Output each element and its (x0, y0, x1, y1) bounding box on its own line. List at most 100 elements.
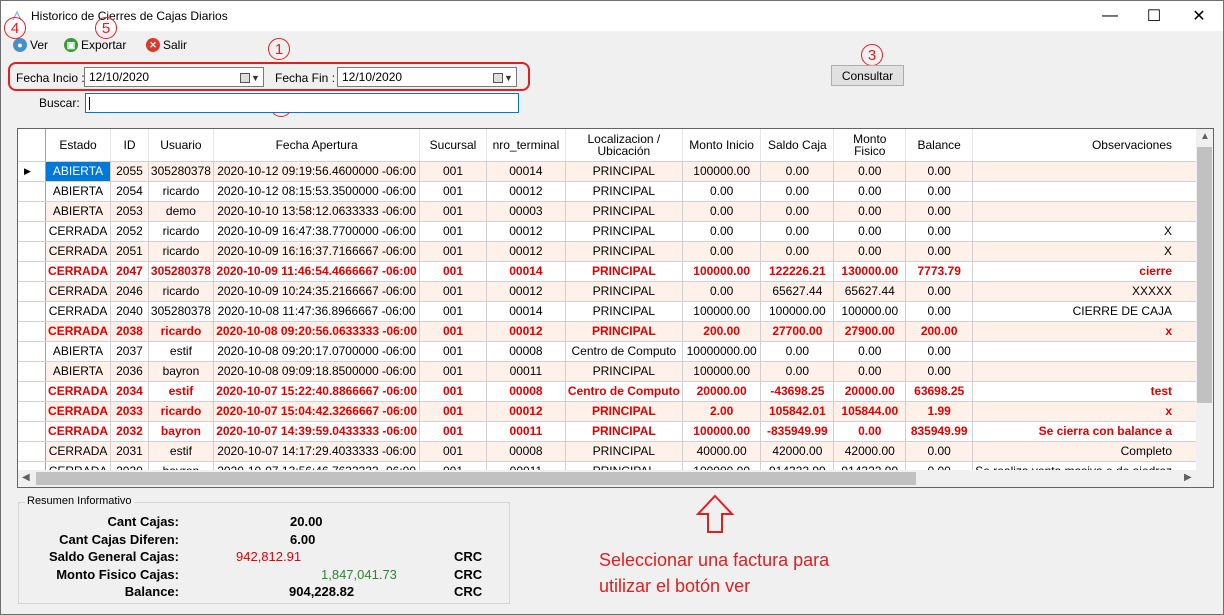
cell-sucursal[interactable]: 001 (419, 321, 487, 342)
cell-monto-fisico[interactable]: 42000.00 (833, 441, 907, 462)
cell-monto-inicio[interactable]: 100000.00 (682, 161, 762, 182)
cell-fecha[interactable]: 2020-10-12 08:15:53.3500000 -06:00 (213, 181, 421, 202)
cell-fecha[interactable]: 2020-10-10 13:58:12.0633333 -06:00 (213, 201, 421, 222)
cell-localizacion[interactable]: PRINCIPAL (565, 441, 683, 462)
cell-estado[interactable]: CERRADA (45, 381, 112, 402)
cell-localizacion[interactable]: PRINCIPAL (565, 281, 683, 302)
cell-terminal[interactable]: 00012 (486, 181, 566, 202)
cell-balance[interactable]: 0.00 (905, 341, 974, 362)
cell-estado[interactable]: ABIERTA (45, 361, 112, 382)
consultar-button[interactable]: Consultar (831, 65, 904, 86)
row-header[interactable] (18, 401, 46, 422)
cell-estado[interactable]: CERRADA (45, 421, 112, 442)
horizontal-scroll-thumb[interactable] (36, 472, 916, 485)
col-usuario[interactable]: Usuario (148, 129, 215, 162)
cell-balance[interactable]: 7773.79 (905, 261, 974, 282)
horizontal-scrollbar[interactable]: ◀ ▶ (18, 470, 1213, 487)
fecha-fin-picker[interactable]: 12/10/2020 ▼ (337, 67, 517, 87)
col-nro-terminal[interactable]: nro_terminal (486, 129, 566, 162)
cell-fecha[interactable]: 2020-10-07 14:17:29.4033333 -06:00 (213, 441, 421, 462)
cell-usuario[interactable]: ricardo (148, 241, 215, 262)
cell-usuario[interactable]: 305280378 (148, 301, 215, 322)
vertical-scrollbar[interactable]: ▲ (1196, 129, 1213, 471)
cell-usuario[interactable]: demo (148, 201, 215, 222)
cell-saldo-caja[interactable]: 0.00 (760, 181, 835, 202)
cell-saldo-caja[interactable]: 27700.00 (760, 321, 835, 342)
cell-fecha[interactable]: 2020-10-09 11:46:54.4666667 -06:00 (213, 261, 421, 282)
cell-monto-fisico[interactable]: 27900.00 (833, 321, 907, 342)
cell-id[interactable]: 2046 (110, 281, 149, 302)
cell-usuario[interactable]: ricardo (148, 281, 215, 302)
cell-observaciones[interactable]: Completo (972, 441, 1213, 462)
cell-monto-inicio[interactable]: 40000.00 (682, 441, 762, 462)
row-header[interactable] (18, 421, 46, 442)
row-header[interactable] (18, 241, 46, 262)
cell-id[interactable]: 2031 (110, 441, 149, 462)
cell-fecha[interactable]: 2020-10-09 16:16:37.7166667 -06:00 (213, 241, 421, 262)
table-row[interactable]: CERRADA 2046 ricardo 2020-10-09 10:24:35.21… (18, 281, 1213, 302)
cell-monto-fisico[interactable]: 65627.44 (833, 281, 907, 302)
cell-terminal[interactable]: 00014 (486, 161, 566, 182)
table-row[interactable]: CERRADA 2051 ricardo 2020-10-09 16:16:37.71… (18, 241, 1213, 262)
cell-balance[interactable]: 0.00 (905, 161, 974, 182)
cell-saldo-caja[interactable]: 0.00 (760, 241, 835, 262)
cell-saldo-caja[interactable]: -43698.25 (760, 381, 835, 402)
cell-monto-inicio[interactable]: 100000.00 (682, 301, 762, 322)
cell-terminal[interactable]: 00012 (486, 401, 566, 422)
row-header[interactable] (18, 301, 46, 322)
cell-terminal[interactable]: 00003 (486, 201, 566, 222)
cell-balance[interactable]: 0.00 (905, 201, 974, 222)
table-row[interactable]: CERRADA 2040 305280378 2020-10-08 11:47:36.… (18, 301, 1213, 322)
cell-monto-fisico[interactable]: 0.00 (833, 421, 907, 442)
cell-balance[interactable]: 1.99 (905, 401, 974, 422)
cell-observaciones[interactable] (972, 181, 1213, 202)
cell-sucursal[interactable]: 001 (419, 441, 487, 462)
cell-usuario[interactable]: 305280378 (148, 261, 215, 282)
cell-sucursal[interactable]: 001 (419, 301, 487, 322)
table-row[interactable]: CERRADA 2033 ricardo 2020-10-07 15:04:42.32… (18, 401, 1213, 422)
table-row[interactable]: CERRADA 2047 305280378 2020-10-09 11:46:54.… (18, 261, 1213, 282)
row-header[interactable] (18, 321, 46, 342)
cell-observaciones[interactable] (972, 361, 1213, 382)
cell-saldo-caja[interactable]: 0.00 (760, 221, 835, 242)
cell-id[interactable]: 2036 (110, 361, 149, 382)
col-observaciones[interactable]: Observaciones (972, 129, 1213, 162)
cell-usuario[interactable]: ricardo (148, 221, 215, 242)
table-row[interactable]: ABIERTA 2036 bayron 2020-10-08 09:09:18.850… (18, 361, 1213, 382)
cell-estado[interactable]: ABIERTA (45, 201, 112, 222)
cell-localizacion[interactable]: PRINCIPAL (565, 261, 683, 282)
cell-monto-inicio[interactable]: 20000.00 (682, 381, 762, 402)
cell-id[interactable]: 2040 (110, 301, 149, 322)
close-button[interactable]: ✕ (1176, 1, 1222, 31)
cell-monto-inicio[interactable]: 100000.00 (682, 421, 762, 442)
cell-balance[interactable]: 200.00 (905, 321, 974, 342)
cell-monto-inicio[interactable]: 2.00 (682, 401, 762, 422)
cell-sucursal[interactable]: 001 (419, 161, 487, 182)
cell-localizacion[interactable]: PRINCIPAL (565, 321, 683, 342)
cell-usuario[interactable]: estif (148, 441, 215, 462)
cell-terminal[interactable]: 00012 (486, 281, 566, 302)
cell-saldo-caja[interactable]: 0.00 (760, 361, 835, 382)
cell-observaciones[interactable]: test (972, 381, 1213, 402)
table-row[interactable]: CERRADA 2038 ricardo 2020-10-08 09:20:56.06… (18, 321, 1213, 342)
cell-terminal[interactable]: 00012 (486, 221, 566, 242)
cell-estado[interactable]: CERRADA (45, 261, 112, 282)
scroll-up-icon[interactable]: ▲ (1200, 131, 1210, 142)
cell-saldo-caja[interactable]: 105842.01 (760, 401, 835, 422)
cell-saldo-caja[interactable]: 0.00 (760, 201, 835, 222)
cell-observaciones[interactable] (972, 161, 1213, 182)
cell-sucursal[interactable]: 001 (419, 261, 487, 282)
cell-fecha[interactable]: 2020-10-08 09:20:56.0633333 -06:00 (213, 321, 421, 342)
table-row[interactable]: CERRADA 2032 bayron 2020-10-07 14:39:59.043… (18, 421, 1213, 442)
cell-monto-fisico[interactable]: 105844.00 (833, 401, 907, 422)
cell-monto-fisico[interactable]: 0.00 (833, 361, 907, 382)
cell-estado[interactable]: CERRADA (45, 301, 112, 322)
cell-localizacion[interactable]: PRINCIPAL (565, 161, 683, 182)
cell-monto-inicio[interactable]: 0.00 (682, 241, 762, 262)
cell-observaciones[interactable]: x (972, 321, 1213, 342)
col-monto-inicio[interactable]: Monto Inicio (682, 129, 762, 162)
row-header[interactable] (18, 381, 46, 402)
cell-observaciones[interactable]: cierre (972, 261, 1213, 282)
cell-terminal[interactable]: 00012 (486, 241, 566, 262)
cell-estado[interactable]: CERRADA (45, 281, 112, 302)
